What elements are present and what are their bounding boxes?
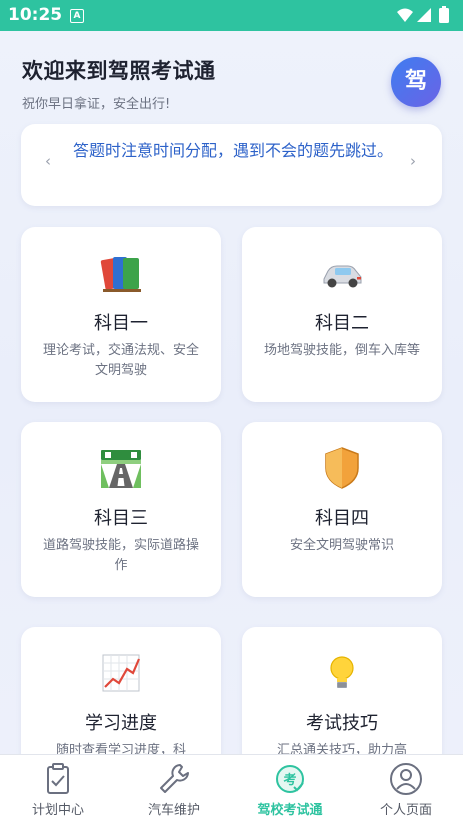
page-subtitle: 祝你早日拿证，安全出行! xyxy=(22,97,171,112)
card-study-progress[interactable]: 学习进度 随时查看学习进度，科 xyxy=(21,627,221,767)
next-tip-button[interactable]: › xyxy=(410,152,416,170)
chart-icon xyxy=(102,654,141,692)
tip-carousel: ‹ 答题时注意时间分配，遇到不会的题先跳过。 › xyxy=(21,124,442,206)
svg-text:考: 考 xyxy=(283,772,296,788)
card-subject-one[interactable]: 科目一 理论考试，交通法规、安全文明驾驶 xyxy=(21,227,221,402)
system-status-icons xyxy=(397,6,449,23)
lightbulb-icon xyxy=(330,656,354,688)
tab-personal-page[interactable]: 个人页面 xyxy=(348,755,463,825)
card-subject-two[interactable]: 科目二 场地驾驶技能，倒车入库等 xyxy=(242,227,442,402)
card-description: 道路驾驶技能，实际道路操作 xyxy=(42,538,199,573)
tab-plan-center[interactable]: 计划中心 xyxy=(0,755,116,825)
card-title: 科目二 xyxy=(315,313,369,334)
tip-text: 答题时注意时间分配，遇到不会的题先跳过。 xyxy=(72,141,393,160)
header: 欢迎来到驾照考试通 祝你早日拿证，安全出行! 驾 xyxy=(0,31,463,121)
avatar[interactable]: 驾 xyxy=(391,57,441,107)
page-title: 欢迎来到驾照考试通 xyxy=(22,59,216,83)
card-subject-three[interactable]: 科目三 道路驾驶技能，实际道路操作 xyxy=(21,422,221,597)
road-icon xyxy=(101,450,141,488)
tab-label: 计划中心 xyxy=(31,803,84,818)
clipboard-check-icon xyxy=(47,763,69,794)
battery-icon xyxy=(439,8,449,23)
status-bar: 10:25 A xyxy=(0,0,463,31)
card-subject-four[interactable]: 科目四 安全文明驾驶常识 xyxy=(242,422,442,597)
prev-tip-button[interactable]: ‹ xyxy=(45,152,51,170)
card-title: 考试技巧 xyxy=(306,713,378,734)
card-description: 安全文明驾驶常识 xyxy=(289,538,394,553)
card-description: 理论考试，交通法规、安全文明驾驶 xyxy=(42,343,199,378)
card-description: 场地驾驶技能，倒车入库等 xyxy=(263,343,420,358)
user-icon xyxy=(390,763,422,795)
wifi-icon xyxy=(397,8,413,22)
status-time: 10:25 xyxy=(8,5,63,25)
notification-icon: A xyxy=(70,9,84,23)
tab-label: 汽车维护 xyxy=(147,803,200,818)
tab-driving-exam[interactable]: 考 驾校考试通 xyxy=(232,755,348,825)
card-exam-tips[interactable]: 考试技巧 汇总通关技巧，助力高 xyxy=(242,627,442,767)
shield-icon xyxy=(325,447,359,489)
books-icon xyxy=(100,257,141,292)
card-title: 科目三 xyxy=(94,508,148,529)
tab-label: 个人页面 xyxy=(379,803,432,818)
bottom-tab-bar: 计划中心 汽车维护 考 驾校考试通 个人页面 xyxy=(0,754,463,825)
card-title: 科目四 xyxy=(315,508,369,529)
tab-car-maintenance[interactable]: 汽车维护 xyxy=(116,755,232,825)
signal-icon xyxy=(417,8,431,22)
card-title: 科目一 xyxy=(94,313,148,334)
tab-label: 驾校考试通 xyxy=(257,803,323,818)
exam-icon: 考 xyxy=(276,765,304,793)
card-title: 学习进度 xyxy=(85,713,157,734)
car-icon xyxy=(323,265,362,288)
wrench-icon xyxy=(160,764,189,793)
